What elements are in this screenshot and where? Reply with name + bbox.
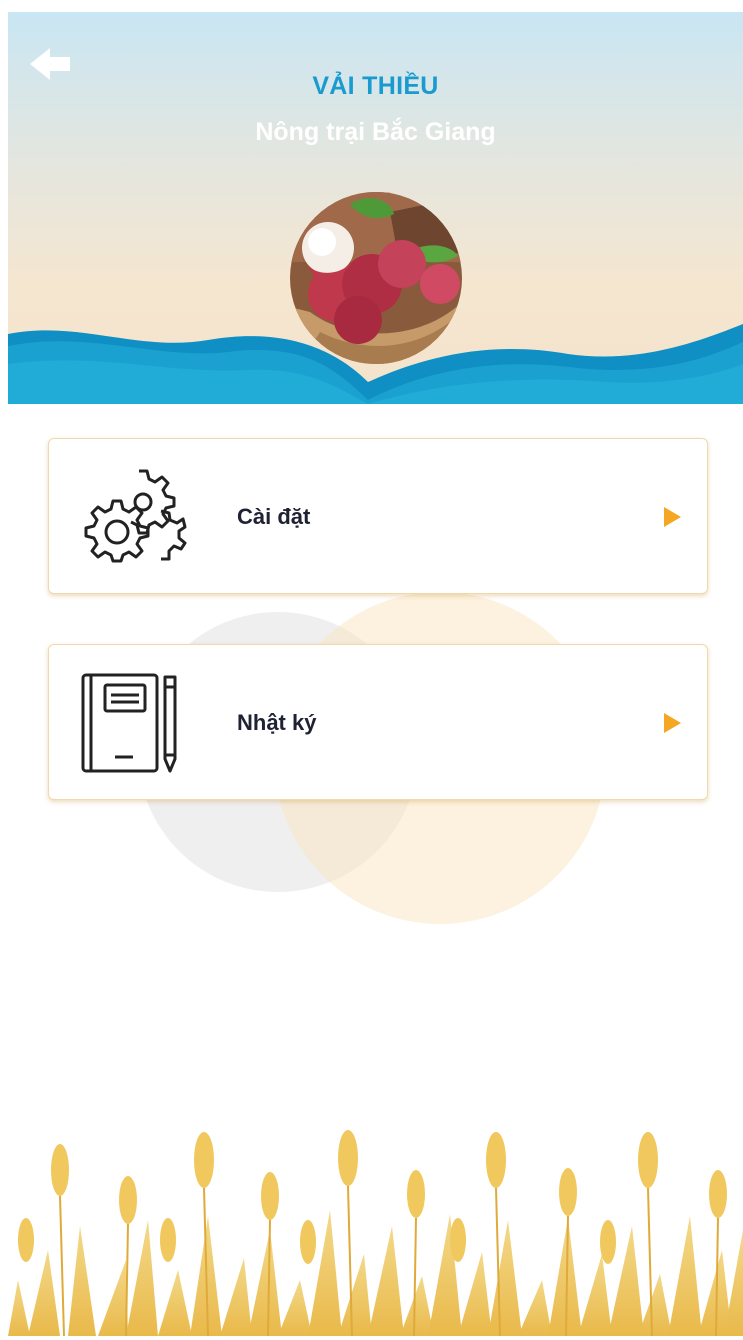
page-subtitle: Nông trại Bắc Giang <box>255 118 496 146</box>
notebook-icon <box>81 673 177 773</box>
menu-item-diary[interactable]: Nhật ký <box>48 644 708 800</box>
triangle-right-icon <box>664 713 681 733</box>
page-title: VẢI THIỀU <box>312 72 439 100</box>
gears-icon <box>84 469 187 563</box>
header: VẢI THIỀU Nông trại Bắc Giang <box>8 12 743 404</box>
menu-item-label: Cài đặt <box>237 504 311 529</box>
app-screen: VẢI THIỀU Nông trại Bắc Giang Cài đặt Nh… <box>8 12 743 1336</box>
lychee-photo <box>290 192 462 364</box>
menu-item-label: Nhật ký <box>237 710 317 735</box>
wheat-field-decoration <box>8 1130 743 1336</box>
menu-item-settings[interactable]: Cài đặt <box>48 438 708 594</box>
product-avatar <box>290 192 462 364</box>
triangle-right-icon <box>664 507 681 527</box>
